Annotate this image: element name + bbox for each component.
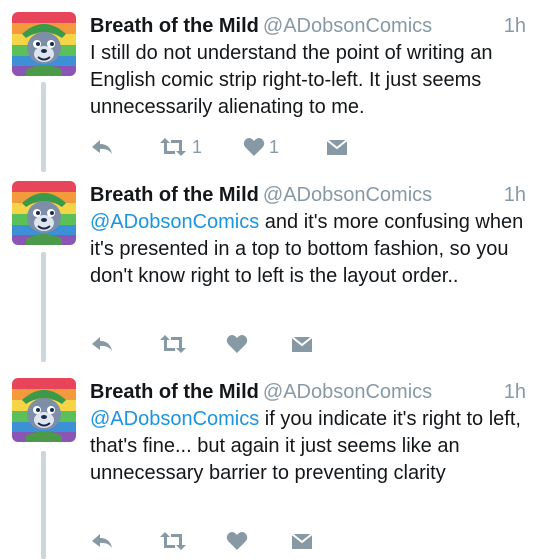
tweet-text-content: I still do not understand the point of w… — [90, 42, 493, 118]
user-handle[interactable]: @ADobsonComics — [263, 184, 432, 206]
avatar[interactable] — [12, 378, 76, 442]
direct-message-button[interactable] — [326, 134, 348, 160]
action-bar: 1 1 — [90, 134, 390, 160]
direct-message-button[interactable] — [291, 528, 313, 554]
bear-avatar-icon — [12, 12, 76, 76]
envelope-icon — [291, 336, 313, 352]
timestamp[interactable]: 1h — [504, 181, 526, 209]
like-button[interactable]: 1 — [243, 134, 279, 160]
retweet-icon — [160, 335, 186, 353]
timestamp[interactable]: 1h — [504, 12, 526, 40]
tweet-text: I still do not understand the point of w… — [90, 40, 530, 121]
tweet[interactable]: Breath of the Mild @ADobsonComics 1h @ADo… — [0, 181, 540, 361]
timestamp[interactable]: 1h — [504, 378, 526, 406]
mention-link[interactable]: @ADobsonComics — [90, 408, 259, 430]
heart-icon — [226, 335, 248, 353]
retweet-icon — [160, 138, 186, 156]
retweet-count: 1 — [192, 136, 203, 157]
display-name[interactable]: Breath of the Mild — [90, 381, 259, 403]
heart-icon — [243, 138, 265, 156]
reply-arrow-icon — [92, 140, 112, 154]
reply-button[interactable] — [90, 331, 114, 357]
tweet-header: Breath of the Mild @ADobsonComics 1h — [90, 181, 526, 209]
retweet-button[interactable] — [158, 331, 192, 357]
direct-message-button[interactable] — [291, 331, 313, 357]
envelope-icon — [326, 139, 348, 155]
action-bar — [90, 528, 390, 554]
tweet[interactable]: Breath of the Mild @ADobsonComics 1h @ADo… — [0, 378, 540, 559]
display-name[interactable]: Breath of the Mild — [90, 184, 259, 206]
bear-avatar-icon — [12, 181, 76, 245]
tweet-text: @ADobsonComics if you indicate it's righ… — [90, 406, 530, 487]
avatar[interactable] — [12, 12, 76, 76]
user-handle[interactable]: @ADobsonComics — [263, 15, 432, 37]
bear-avatar-icon — [12, 378, 76, 442]
retweet-icon — [160, 532, 186, 550]
mention-link[interactable]: @ADobsonComics — [90, 211, 259, 233]
reply-arrow-icon — [92, 337, 112, 351]
display-name[interactable]: Breath of the Mild — [90, 15, 259, 37]
action-bar — [90, 331, 390, 357]
tweet-text: @ADobsonComics and it's more confusing w… — [90, 209, 530, 290]
reply-button[interactable] — [90, 528, 114, 554]
user-handle[interactable]: @ADobsonComics — [263, 381, 432, 403]
like-button[interactable] — [226, 331, 252, 357]
like-button[interactable] — [226, 528, 252, 554]
tweet-header: Breath of the Mild @ADobsonComics 1h — [90, 12, 526, 40]
heart-icon — [226, 532, 248, 550]
like-count: 1 — [269, 136, 280, 157]
reply-button[interactable] — [90, 134, 114, 160]
retweet-button[interactable] — [158, 528, 192, 554]
avatar[interactable] — [12, 181, 76, 245]
reply-arrow-icon — [92, 534, 112, 548]
retweet-button[interactable]: 1 — [158, 134, 202, 160]
tweet-header: Breath of the Mild @ADobsonComics 1h — [90, 378, 526, 406]
tweet[interactable]: Breath of the Mild @ADobsonComics 1h I st… — [0, 12, 540, 172]
envelope-icon — [291, 533, 313, 549]
